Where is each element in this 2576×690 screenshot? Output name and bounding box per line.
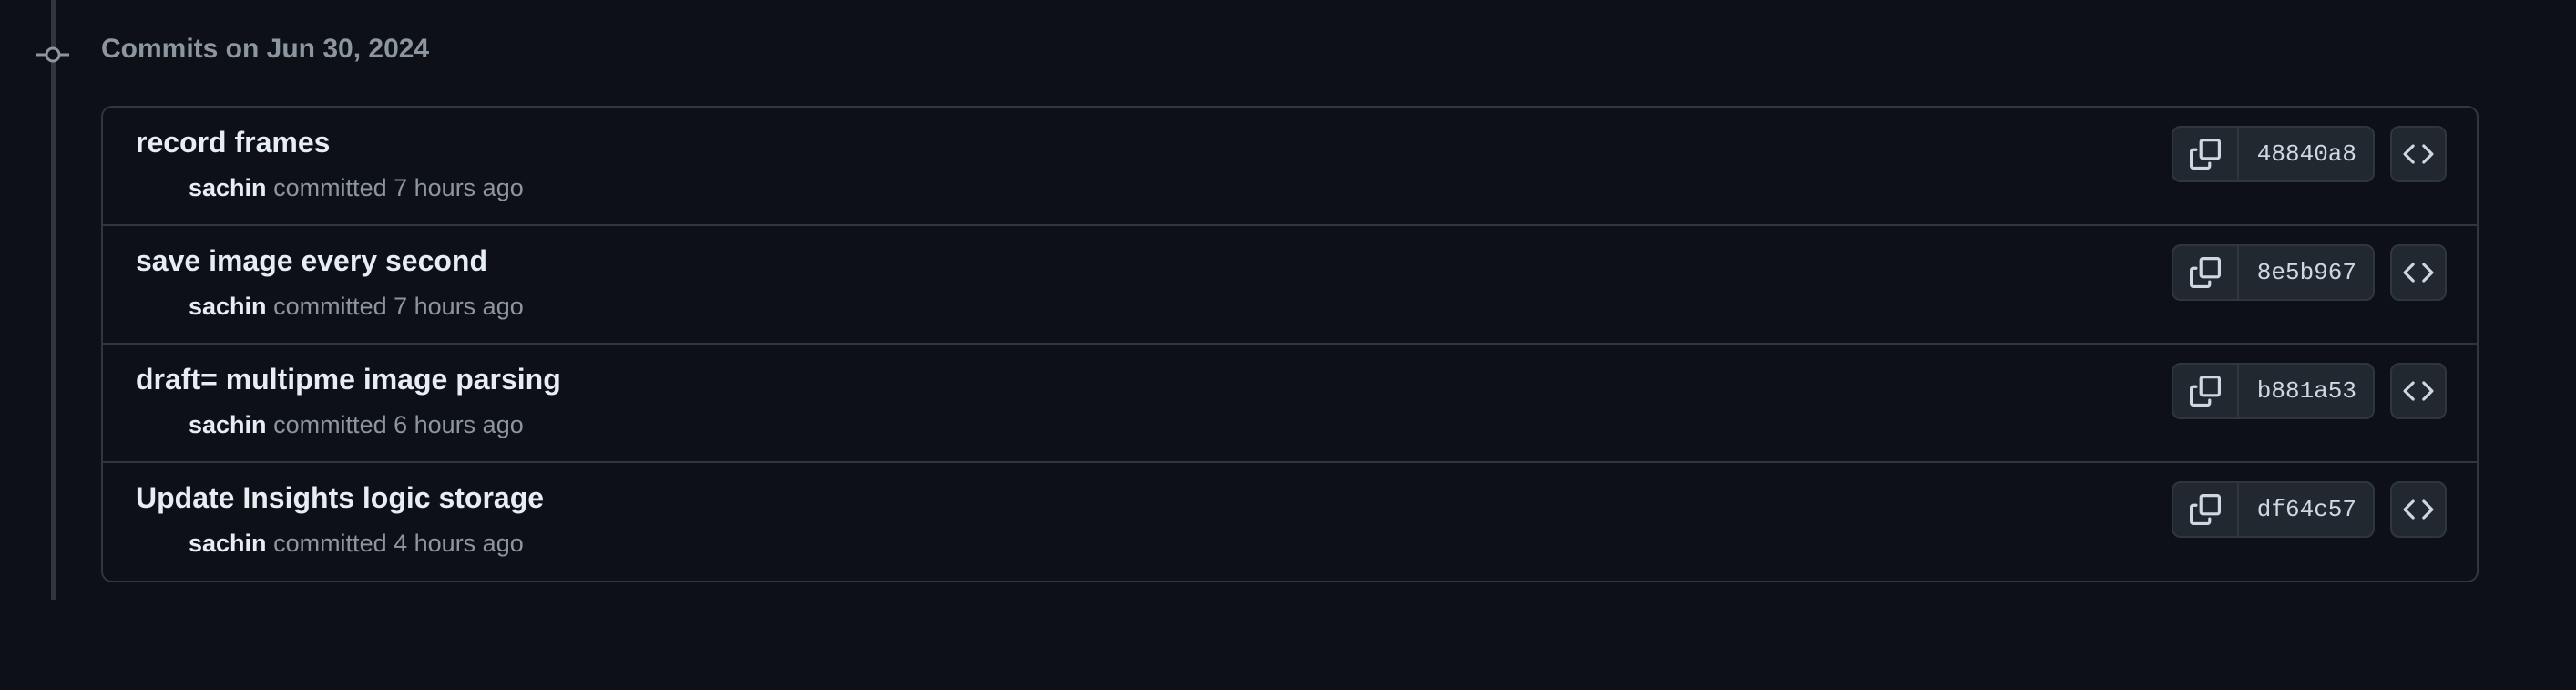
browse-repository-button[interactable]: [2390, 481, 2447, 538]
copy-icon: [2189, 257, 2221, 288]
commit-title-link[interactable]: Update Insights logic storage: [136, 479, 544, 516]
commit-action-text: committed: [273, 293, 387, 320]
commit-meta: sachin committed 7 hours ago: [189, 290, 524, 323]
browse-repository-button[interactable]: [2390, 363, 2447, 419]
commit-row: record frames sachin committed 7 hours a…: [103, 108, 2477, 226]
sha-button-group: b881a53: [2171, 363, 2375, 419]
commit-meta: sachin committed 7 hours ago: [189, 171, 524, 204]
commit-meta: sachin committed 4 hours ago: [189, 527, 524, 560]
commit-title-link[interactable]: record frames: [136, 124, 330, 160]
code-icon: [2403, 499, 2434, 520]
commit-group-heading: Commits on Jun 30, 2024: [101, 34, 430, 64]
code-icon: [2403, 263, 2434, 283]
code-icon: [2403, 381, 2434, 401]
copy-sha-button[interactable]: [2173, 246, 2239, 299]
copy-icon: [2189, 139, 2221, 170]
copy-sha-button[interactable]: [2173, 483, 2239, 536]
commit-action-text: committed: [273, 174, 387, 201]
commits-page: Commits on Jun 30, 2024 record frames sa…: [0, 0, 2576, 690]
commit-row: save image every second sachin committed…: [103, 226, 2477, 345]
copy-icon: [2189, 494, 2221, 525]
commit-sha-link[interactable]: df64c57: [2239, 483, 2373, 536]
commit-actions: b881a53: [2171, 363, 2447, 419]
commit-sha-link[interactable]: 8e5b967: [2239, 246, 2373, 299]
copy-sha-button[interactable]: [2173, 365, 2239, 417]
browse-repository-button[interactable]: [2390, 126, 2447, 182]
commit-author-link[interactable]: sachin: [189, 411, 267, 438]
commit-time: 6 hours ago: [394, 411, 524, 438]
commit-row: Update Insights logic storage sachin com…: [103, 463, 2477, 581]
commit-list: record frames sachin committed 7 hours a…: [101, 106, 2479, 582]
commit-action-text: committed: [273, 411, 387, 438]
commit-title-link[interactable]: draft= multipme image parsing: [136, 361, 561, 397]
commit-time: 7 hours ago: [394, 293, 524, 320]
browse-repository-button[interactable]: [2390, 244, 2447, 301]
sha-button-group: 8e5b967: [2171, 244, 2375, 301]
commit-row: draft= multipme image parsing sachin com…: [103, 345, 2477, 463]
sha-button-group: df64c57: [2171, 481, 2375, 538]
timeline-line: [51, 0, 56, 600]
sha-button-group: 48840a8: [2171, 126, 2375, 182]
commit-actions: 8e5b967: [2171, 244, 2447, 301]
code-icon: [2403, 144, 2434, 164]
commit-author-link[interactable]: sachin: [189, 174, 267, 201]
commit-title-link[interactable]: save image every second: [136, 242, 487, 279]
commit-author-link[interactable]: sachin: [189, 293, 267, 320]
git-commit-icon: [36, 42, 69, 67]
commit-author-link[interactable]: sachin: [189, 530, 267, 557]
commit-time: 4 hours ago: [394, 530, 524, 557]
commit-actions: df64c57: [2171, 481, 2447, 538]
commit-meta: sachin committed 6 hours ago: [189, 408, 524, 441]
commit-sha-link[interactable]: b881a53: [2239, 365, 2373, 417]
copy-icon: [2189, 376, 2221, 407]
commit-action-text: committed: [273, 530, 387, 557]
copy-sha-button[interactable]: [2173, 128, 2239, 180]
commit-time: 7 hours ago: [394, 174, 524, 201]
commit-actions: 48840a8: [2171, 126, 2447, 182]
commit-sha-link[interactable]: 48840a8: [2239, 128, 2373, 180]
